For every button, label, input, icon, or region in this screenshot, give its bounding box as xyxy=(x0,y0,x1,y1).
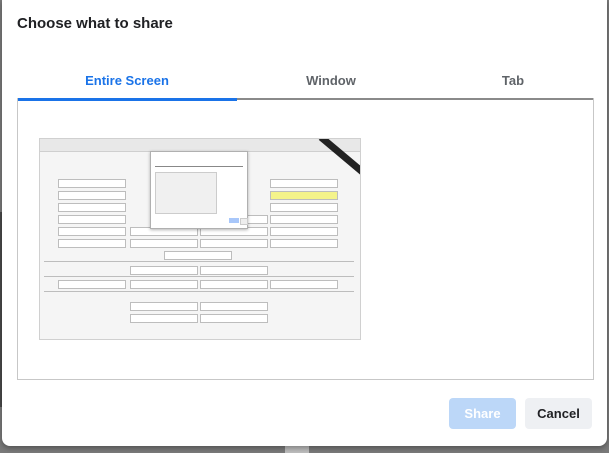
thumbnail-divider xyxy=(44,291,354,292)
thumbnail-button xyxy=(270,239,338,248)
thumbnail-button xyxy=(270,215,338,224)
thumbnail-nested-preview xyxy=(155,172,217,214)
thumbnail-button xyxy=(270,179,338,188)
thumbnail-nested-tab-line xyxy=(155,166,243,167)
thumbnail-button xyxy=(58,227,126,236)
thumbnail-button xyxy=(200,239,268,248)
tab-tab[interactable]: Tab xyxy=(417,68,609,98)
thumbnail-button xyxy=(130,266,198,275)
thumbnail-button xyxy=(164,251,232,260)
thumbnail-button xyxy=(58,191,126,200)
thumbnail-button xyxy=(58,239,126,248)
thumbnail-button xyxy=(200,302,268,311)
background-scroll-hint xyxy=(285,445,309,453)
thumbnail-button xyxy=(270,280,338,289)
thumbnail-nested-share-dialog xyxy=(150,151,248,229)
thumbnail-button xyxy=(58,203,126,212)
thumbnail-button xyxy=(200,314,268,323)
thumbnail-divider xyxy=(44,276,354,277)
cancel-button[interactable]: Cancel xyxy=(525,398,592,429)
share-button[interactable]: Share xyxy=(449,398,516,429)
thumbnail-button xyxy=(200,266,268,275)
thumbnail-button xyxy=(130,302,198,311)
thumbnail-button xyxy=(58,280,126,289)
thumbnail-button xyxy=(270,227,338,236)
thumbnail-button xyxy=(58,179,126,188)
tab-window[interactable]: Window xyxy=(235,68,427,98)
thumbnail-button xyxy=(130,314,198,323)
thumbnail-button xyxy=(58,215,126,224)
thumbnail-button xyxy=(200,280,268,289)
thumbnail-button xyxy=(270,203,338,212)
dialog-title: Choose what to share xyxy=(17,15,173,32)
thumbnail-highlighted-button xyxy=(270,191,338,200)
thumbnail-nested-share-button xyxy=(229,218,239,223)
thumbnail-button xyxy=(130,239,198,248)
thumbnail-divider xyxy=(44,261,354,262)
thumbnail-button xyxy=(130,280,198,289)
tab-entire-screen[interactable]: Entire Screen xyxy=(17,68,237,101)
share-preview-panel xyxy=(17,98,594,380)
screen-thumbnail-icon[interactable] xyxy=(39,138,361,340)
share-source-tabs: Entire Screen Window Tab xyxy=(17,68,593,101)
thumbnail-nested-cancel-button xyxy=(240,218,248,225)
share-dialog: Choose what to share Entire Screen Windo… xyxy=(2,0,607,446)
